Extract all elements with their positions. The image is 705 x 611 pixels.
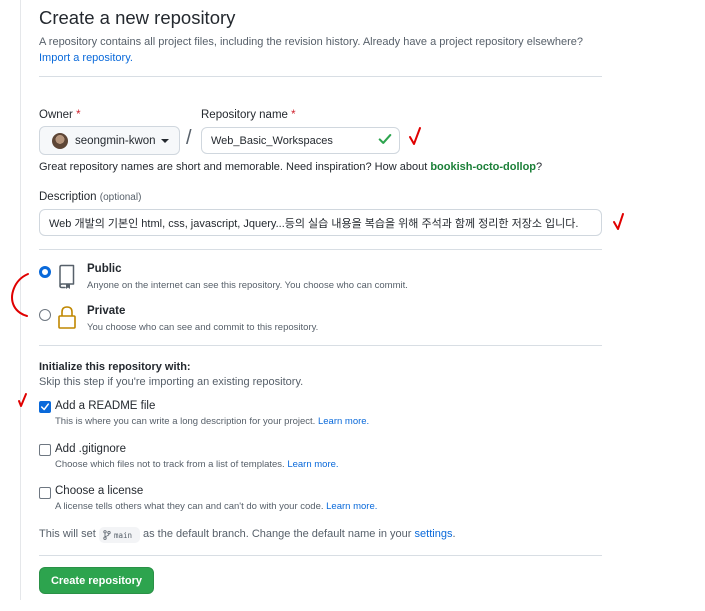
readme-learn-more-link[interactable]: Learn more. — [318, 416, 369, 427]
repository-name-label-text: Repository name — [201, 109, 288, 121]
section-divider — [39, 76, 602, 77]
private-option-note: You choose who can see and commit to thi… — [87, 322, 319, 333]
gitignore-label[interactable]: Add .gitignore — [55, 443, 126, 455]
private-radio[interactable] — [39, 309, 51, 321]
caret-down-icon — [160, 138, 169, 143]
gitignore-note-text: Choose which files not to track from a l… — [55, 459, 285, 470]
annotation-check-mark — [613, 213, 624, 230]
section-divider — [39, 555, 602, 556]
hint-suffix: ? — [536, 161, 543, 173]
subtitle-text: A repository contains all project files,… — [39, 36, 583, 48]
description-label: Description (optional) — [39, 191, 141, 203]
section-divider — [39, 249, 602, 250]
license-note-text: A license tells others what they can and… — [55, 501, 324, 512]
description-optional-text: (optional) — [99, 192, 142, 203]
default-branch-name: main — [114, 530, 133, 540]
git-branch-icon — [103, 530, 111, 540]
default-branch-pill: main — [99, 527, 140, 543]
repository-name-label: Repository name * — [201, 109, 296, 121]
default-branch-suffix: . — [452, 528, 456, 540]
settings-link[interactable]: settings — [415, 528, 453, 540]
annotation-check-mark — [409, 127, 421, 145]
page-subtitle: A repository contains all project files,… — [39, 34, 599, 66]
public-option-title: Public — [87, 263, 122, 275]
section-divider — [39, 345, 602, 346]
private-option-title: Private — [87, 305, 126, 317]
license-checkbox[interactable] — [39, 487, 51, 499]
owner-label: Owner * — [39, 109, 81, 121]
public-option-note: Anyone on the internet can see this repo… — [87, 280, 408, 291]
check-icon — [378, 134, 392, 144]
license-label[interactable]: Choose a license — [55, 485, 143, 497]
repo-book-icon — [59, 264, 75, 289]
owner-required-mark: * — [76, 109, 81, 121]
readme-label[interactable]: Add a README file — [55, 400, 155, 412]
readme-note-text: This is where you can write a long descr… — [55, 416, 316, 427]
repository-name-hint: Great repository names are short and mem… — [39, 161, 542, 173]
checkmark-icon — [40, 403, 50, 411]
owner-label-text: Owner — [39, 109, 73, 121]
license-note: A license tells others what they can and… — [55, 501, 377, 512]
import-repository-link[interactable]: Import a repository. — [39, 52, 133, 64]
repository-name-input[interactable] — [201, 127, 400, 154]
public-radio[interactable] — [39, 266, 51, 278]
default-branch-message: as the default branch. Change the defaul… — [143, 528, 456, 540]
license-learn-more-link[interactable]: Learn more. — [326, 501, 377, 512]
default-branch-middle-text: as the default branch. Change the defaul… — [143, 528, 412, 540]
lock-icon — [58, 306, 76, 329]
avatar — [52, 132, 68, 149]
annotation-check-mark — [18, 393, 27, 407]
gitignore-note: Choose which files not to track from a l… — [55, 459, 339, 470]
repository-name-required-mark: * — [291, 109, 296, 121]
annotation-bracket-mark — [11, 273, 29, 317]
owner-name: seongmin-kwon — [75, 134, 156, 147]
description-label-text: Description — [39, 191, 97, 203]
readme-checkbox[interactable] — [39, 401, 51, 413]
owner-dropdown-button[interactable]: seongmin-kwon — [39, 126, 180, 155]
gitignore-checkbox[interactable] — [39, 444, 51, 456]
readme-note: This is where you can write a long descr… — [55, 416, 369, 427]
owner-repo-separator: / — [186, 127, 192, 149]
page-title: Create a new repository — [39, 7, 236, 28]
hint-text: Great repository names are short and mem… — [39, 161, 431, 173]
suggested-name-link[interactable]: bookish-octo-dollop — [430, 161, 536, 173]
initialize-heading: Initialize this repository with: — [39, 361, 191, 373]
create-repository-button[interactable]: Create repository — [39, 567, 154, 594]
description-input[interactable] — [39, 209, 602, 236]
default-branch-prefix: This will set — [39, 528, 96, 540]
gitignore-learn-more-link[interactable]: Learn more. — [287, 459, 338, 470]
initialize-subheading: Skip this step if you're importing an ex… — [39, 376, 304, 388]
